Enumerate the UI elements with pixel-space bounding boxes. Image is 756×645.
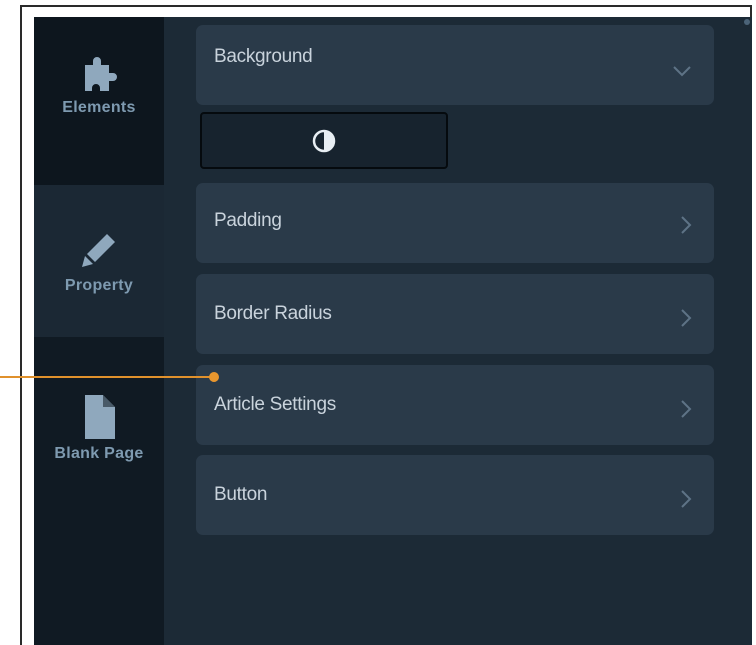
article-settings-section[interactable]: Article Settings (196, 365, 714, 445)
annotation-line (0, 376, 214, 378)
button-section[interactable]: Button (196, 455, 714, 535)
chevron-right-icon (681, 400, 692, 418)
contrast-toggle-button[interactable] (200, 112, 448, 169)
chevron-right-icon (681, 216, 692, 234)
background-section[interactable]: Background (196, 25, 714, 105)
property-panel: Background Padding Border Radius Article… (164, 17, 752, 645)
sidebar-item-label: Blank Page (54, 445, 144, 462)
section-title: Article Settings (214, 394, 336, 415)
section-title: Border Radius (214, 303, 332, 324)
section-title: Background (214, 46, 313, 67)
chevron-down-icon (673, 66, 691, 77)
sidebar-item-property[interactable]: Property (34, 185, 164, 337)
chevron-right-icon (681, 490, 692, 508)
pencil-icon (82, 234, 115, 267)
puzzle-icon (85, 57, 117, 91)
sidebar-item-elements[interactable]: Elements (34, 17, 164, 185)
chevron-right-icon (681, 309, 692, 327)
editor-panel: Elements Property Blank Page Background (34, 17, 752, 645)
sidebar-item-label: Property (64, 277, 134, 294)
annotation-dot (209, 372, 219, 382)
document-icon (85, 395, 115, 439)
sidebar-item-blank-page[interactable]: Blank Page (34, 337, 164, 645)
contrast-icon (312, 129, 336, 152)
section-title: Padding (214, 210, 282, 231)
padding-section[interactable]: Padding (196, 183, 714, 263)
border-radius-section[interactable]: Border Radius (196, 274, 714, 354)
section-title: Button (214, 484, 268, 505)
sidebar-item-label: Elements (62, 99, 136, 116)
sidebar: Elements Property Blank Page (34, 17, 164, 645)
